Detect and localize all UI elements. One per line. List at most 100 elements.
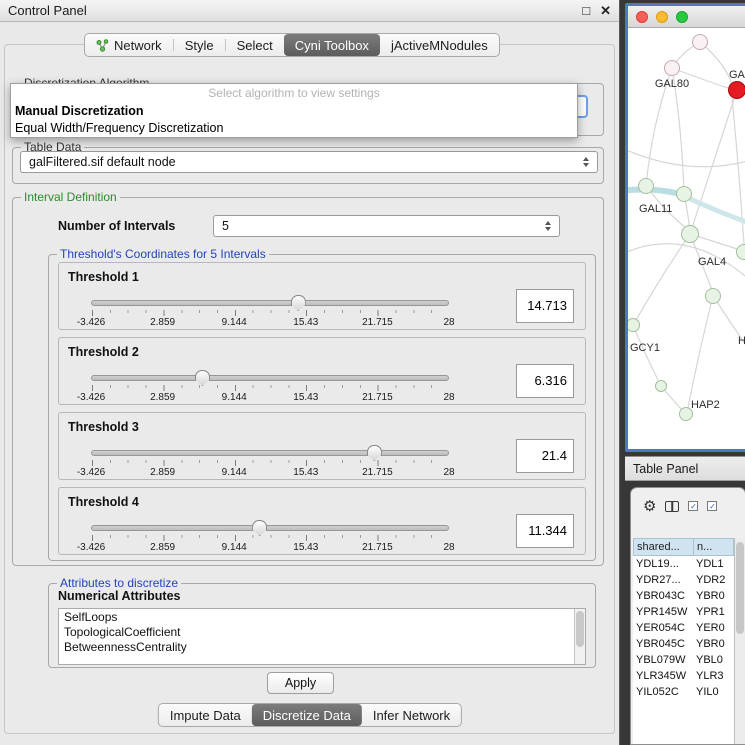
slider-thumb[interactable]: [367, 445, 382, 461]
tab-select-label: Select: [237, 38, 273, 53]
threshold-slider[interactable]: -3.426 2.859 9.144 15.43 21.715 28: [91, 372, 449, 404]
tick-label: 15.43: [293, 467, 318, 478]
minimize-traffic-light-icon[interactable]: [656, 11, 668, 23]
table-row[interactable]: YDL19... YDL1: [633, 556, 734, 572]
tab-network-label: Network: [114, 38, 162, 53]
threshold-slider[interactable]: -3.426 2.859 9.144 15.43 21.715 28: [91, 297, 449, 329]
table-row[interactable]: YIL052C YIL0: [633, 684, 734, 700]
tab-impute-data[interactable]: Impute Data: [159, 704, 252, 726]
table-cell[interactable]: YBL0: [693, 652, 734, 668]
network-node-selected[interactable]: [728, 81, 745, 99]
threshold-slider[interactable]: -3.426 2.859 9.144 15.43 21.715 28: [91, 447, 449, 479]
slider-track[interactable]: [91, 525, 449, 531]
tab-discretize-data[interactable]: Discretize Data: [252, 704, 362, 726]
network-canvas[interactable]: GAL80 GA GAL11 GAL4 GCY1 HAP2 H: [628, 28, 745, 449]
tick-label: 21.715: [362, 392, 393, 403]
slider-ticks: [92, 535, 448, 541]
network-node[interactable]: [638, 178, 654, 194]
tick-label: 15.43: [293, 317, 318, 328]
tab-infer-network[interactable]: Infer Network: [362, 704, 461, 726]
table-scrollbar[interactable]: [734, 538, 745, 744]
column-header-shared-name[interactable]: shared...: [633, 538, 693, 556]
list-item[interactable]: BetweennessCentrality: [59, 639, 585, 654]
slider-thumb[interactable]: [291, 295, 306, 311]
slider-track[interactable]: [91, 450, 449, 456]
slider-tick-labels: -3.426 2.859 9.144 15.43 21.715 28: [91, 542, 449, 553]
table-row[interactable]: YER054C YER0: [633, 620, 734, 636]
tab-jactivemodules[interactable]: jActiveMNodules: [380, 34, 499, 56]
table-cell[interactable]: YIL0: [693, 684, 734, 700]
table-row[interactable]: YBR043C YBR0: [633, 588, 734, 604]
table-header-row: shared... n...: [633, 538, 734, 556]
checkbox-icon[interactable]: ✓: [707, 501, 717, 511]
table-cell[interactable]: YER054C: [633, 620, 693, 636]
tick-label: 2.859: [150, 392, 175, 403]
apply-button[interactable]: Apply: [267, 672, 334, 694]
table-cell[interactable]: YBR043C: [633, 588, 693, 604]
network-node[interactable]: [664, 60, 680, 76]
table-cell[interactable]: YBR0: [693, 588, 734, 604]
table-cell[interactable]: YER0: [693, 620, 734, 636]
table-cell[interactable]: YLR345W: [633, 668, 693, 684]
threshold-value-field[interactable]: 14.713: [516, 289, 574, 323]
columns-icon[interactable]: [665, 501, 679, 512]
zoom-traffic-light-icon[interactable]: [676, 11, 688, 23]
slider-thumb[interactable]: [195, 370, 210, 386]
table-cell[interactable]: YPR1: [693, 604, 734, 620]
table-cell[interactable]: YLR3: [693, 668, 734, 684]
table-row[interactable]: YDR27... YDR2: [633, 572, 734, 588]
network-node[interactable]: [736, 244, 745, 260]
slider-track[interactable]: [91, 300, 449, 306]
tab-select[interactable]: Select: [226, 34, 284, 56]
close-traffic-light-icon[interactable]: [636, 11, 648, 23]
table-cell[interactable]: YBL079W: [633, 652, 693, 668]
tick-label: 9.144: [222, 317, 247, 328]
column-header-name[interactable]: n...: [693, 538, 734, 556]
tab-cyni-toolbox[interactable]: Cyni Toolbox: [284, 34, 380, 56]
table-cell[interactable]: YIL052C: [633, 684, 693, 700]
table-row[interactable]: YBR045C YBR0: [633, 636, 734, 652]
threshold-value-field[interactable]: 6.316: [516, 364, 574, 398]
table-cell[interactable]: YDL1: [693, 556, 734, 572]
dropdown-placeholder-item[interactable]: Select algorithm to view settings: [11, 84, 577, 103]
close-icon[interactable]: ✕: [600, 3, 611, 19]
number-of-intervals-combobox[interactable]: 5: [213, 215, 560, 237]
dropdown-option-manual-discretization[interactable]: Manual Discretization: [11, 103, 577, 120]
threshold-label: Threshold 2: [68, 345, 139, 359]
table-cell[interactable]: YDR2: [693, 572, 734, 588]
network-node-label: GAL11: [639, 203, 672, 215]
threshold-value-field[interactable]: 11.344: [516, 514, 574, 548]
list-item[interactable]: TopologicalCoefficient: [59, 624, 585, 639]
network-node[interactable]: [681, 225, 699, 243]
table-row[interactable]: YLR345W YLR3: [633, 668, 734, 684]
table-cell[interactable]: YBR0: [693, 636, 734, 652]
checkbox-icon[interactable]: ✓: [688, 501, 698, 511]
dropdown-option-equal-width[interactable]: Equal Width/Frequency Discretization: [11, 120, 577, 137]
float-window-icon[interactable]: □: [582, 3, 590, 18]
scrollbar-thumb[interactable]: [576, 611, 584, 647]
table-row[interactable]: YPR145W YPR1: [633, 604, 734, 620]
threshold-slider[interactable]: -3.426 2.859 9.144 15.43 21.715 28: [91, 522, 449, 554]
slider-thumb[interactable]: [252, 520, 267, 536]
table-row[interactable]: YBL079W YBL0: [633, 652, 734, 668]
slider-track[interactable]: [91, 375, 449, 381]
tab-style[interactable]: Style: [174, 34, 225, 56]
gear-icon[interactable]: ⚙: [643, 499, 656, 514]
list-item[interactable]: SelfLoops: [59, 609, 585, 624]
table-cell[interactable]: YDL19...: [633, 556, 693, 572]
network-node[interactable]: [676, 186, 692, 202]
scrollbar-thumb[interactable]: [736, 542, 744, 634]
network-node[interactable]: [705, 288, 721, 304]
threshold-value-field[interactable]: 21.4: [516, 439, 574, 473]
table-cell[interactable]: YPR145W: [633, 604, 693, 620]
table-cell[interactable]: YBR045C: [633, 636, 693, 652]
tab-network[interactable]: Network: [85, 34, 173, 56]
tick-label: -3.426: [77, 542, 105, 553]
list-scrollbar[interactable]: [574, 609, 585, 664]
network-node[interactable]: [692, 34, 708, 50]
network-node[interactable]: [655, 380, 667, 392]
table-data-combobox[interactable]: galFiltered.sif default node: [20, 151, 598, 173]
table-cell[interactable]: YDR27...: [633, 572, 693, 588]
tick-label: 21.715: [362, 542, 393, 553]
numerical-attributes-list[interactable]: SelfLoops TopologicalCoefficient Between…: [58, 608, 586, 665]
